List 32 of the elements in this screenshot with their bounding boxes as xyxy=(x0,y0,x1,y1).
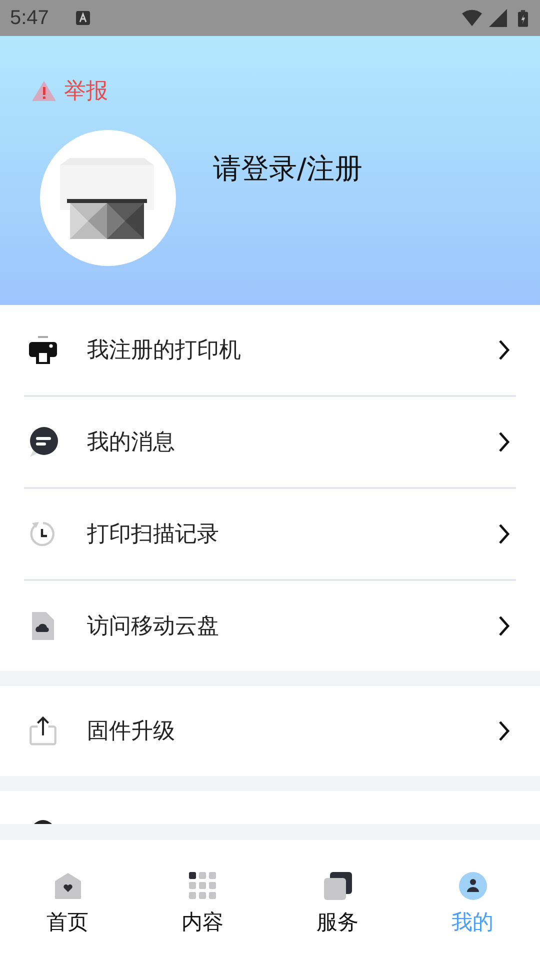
menu-label: 我注册的打印机 xyxy=(87,337,242,365)
signal-icon xyxy=(488,9,508,27)
status-time: 5:47 xyxy=(10,6,49,30)
grid-icon xyxy=(188,872,216,900)
menu-item[interactable]: 我注册的打印机 xyxy=(24,305,516,397)
menu-label: 访问移动云盘 xyxy=(87,613,220,641)
menu-item[interactable]: 固件升级 xyxy=(24,686,516,776)
login-prompt[interactable]: 请登录/注册 xyxy=(213,150,362,188)
tab-item[interactable]: 内容 xyxy=(135,840,270,960)
wifi-icon xyxy=(462,9,482,27)
warning-icon xyxy=(32,81,56,101)
chevron-right-icon xyxy=(498,615,510,637)
menu-label: 打印扫描记录 xyxy=(87,521,220,549)
message-icon xyxy=(28,427,58,457)
printer-icon xyxy=(28,335,58,365)
share-icon xyxy=(28,716,58,746)
chevron-right-icon xyxy=(498,431,510,453)
menu-item[interactable]: 我的消息 xyxy=(24,397,516,489)
menu-item[interactable]: 访问移动云盘 xyxy=(24,581,516,671)
chevron-right-icon xyxy=(498,523,510,545)
notification-icon xyxy=(74,10,91,26)
menu-label: 固件升级 xyxy=(87,718,176,746)
folder-icon xyxy=(324,872,352,900)
tab-item[interactable]: 服务 xyxy=(270,840,405,960)
user-icon xyxy=(458,872,486,900)
tab-item[interactable]: 首页 xyxy=(0,840,135,960)
menu-item[interactable]: 打印扫描记录 xyxy=(24,489,516,581)
chevron-right-icon xyxy=(498,720,510,742)
menu-label: 我的消息 xyxy=(87,429,176,457)
chevron-right-icon xyxy=(498,339,510,361)
home-icon xyxy=(54,872,82,900)
battery-icon xyxy=(518,8,528,28)
